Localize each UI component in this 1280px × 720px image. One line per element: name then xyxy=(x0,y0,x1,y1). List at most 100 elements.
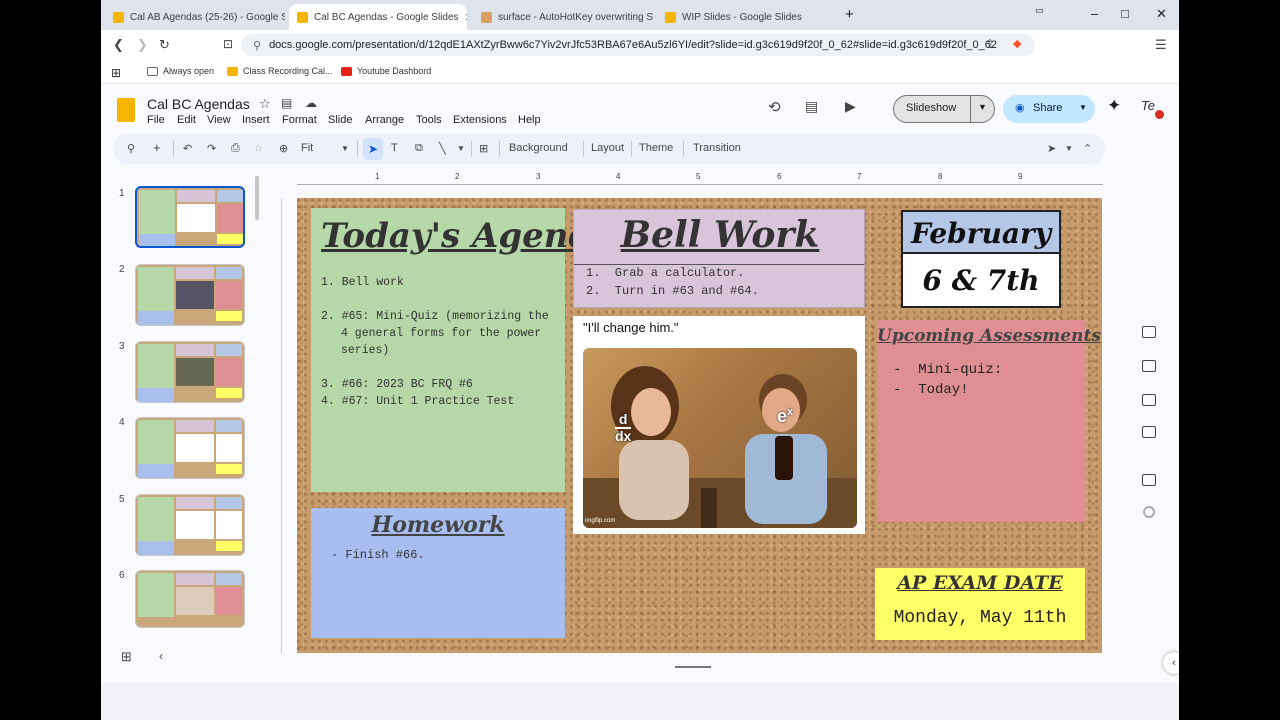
maximize-button[interactable]: □ xyxy=(1121,6,1129,21)
theme-button[interactable]: Theme xyxy=(639,142,673,154)
bookmark-icon[interactable]: ⊡ xyxy=(223,37,233,51)
meme-image-box[interactable]: "I'll change him." d dx ex imgflip.com xyxy=(573,316,865,534)
zoom-icon[interactable]: ⊕ xyxy=(279,142,288,155)
slide-thumbnail-4[interactable] xyxy=(135,417,245,479)
chevron-down-icon[interactable]: ▼ xyxy=(1065,144,1073,153)
ruler-mark: 8 xyxy=(938,172,943,181)
divider xyxy=(471,141,472,157)
move-folder-icon[interactable]: ▤ xyxy=(281,96,292,110)
redo-icon[interactable]: ↷ xyxy=(207,142,216,155)
search-menus-icon[interactable]: ⚲ xyxy=(127,142,135,155)
background-button[interactable]: Background xyxy=(509,142,568,154)
text-box-icon[interactable]: T xyxy=(391,142,398,154)
chevron-down-icon[interactable]: ▼ xyxy=(978,102,987,112)
menu-slide[interactable]: Slide xyxy=(328,114,352,126)
slide-thumbnail-6[interactable] xyxy=(135,570,245,628)
grid-view-icon[interactable]: ⊞ xyxy=(121,649,132,665)
document-title[interactable]: Cal BC Agendas xyxy=(147,96,250,112)
menu-extensions[interactable]: Extensions xyxy=(453,114,507,126)
forward-arrow-icon[interactable]: ❯ xyxy=(137,37,148,53)
speaker-notes-handle[interactable] xyxy=(675,666,711,668)
new-tab-button[interactable]: + xyxy=(845,6,854,23)
zoom-select[interactable]: Fit xyxy=(301,142,313,154)
paint-format-icon[interactable]: ⌂ xyxy=(255,142,262,154)
menu-tools[interactable]: Tools xyxy=(416,114,442,126)
bell-work-box[interactable]: Bell Work 1. Grab a calculator. 2. Turn … xyxy=(573,209,865,308)
browser-tab-surface[interactable]: surface - AutoHotKey overwriting Su xyxy=(473,4,653,30)
bookmark-youtube-dashboard[interactable]: Youtube Dashbord xyxy=(341,66,431,76)
slide-thumbnail-3[interactable] xyxy=(135,341,245,403)
ruler-mark: 9 xyxy=(1018,172,1023,181)
comments-icon[interactable]: ▤ xyxy=(805,98,818,115)
browser-tab-cal-ab[interactable]: Cal AB Agendas (25-26) - Google Slid xyxy=(105,4,285,30)
transition-button[interactable]: Transition xyxy=(693,142,741,154)
line-icon[interactable]: ╲ xyxy=(439,142,446,155)
agenda-item: 3. #66: 2023 BC FRQ #6 xyxy=(321,378,473,391)
minimize-button[interactable]: – xyxy=(1091,6,1098,21)
agenda-box[interactable]: Today's Agenda 1. Bell work 2. #65: Mini… xyxy=(311,208,614,492)
tab-search-icon[interactable]: ▭ xyxy=(1035,5,1044,16)
pointer-mode-icon[interactable]: ➤ xyxy=(1047,142,1056,155)
menu-file[interactable]: File xyxy=(147,114,165,126)
share-button[interactable]: Share xyxy=(1033,102,1062,114)
browser-tab-cal-bc[interactable]: Cal BC Agendas - Google Slides ✕ xyxy=(289,4,467,30)
chevron-down-icon[interactable]: ▼ xyxy=(457,144,465,153)
gemini-sparkle-icon[interactable]: ✦ xyxy=(1107,96,1121,116)
bookmark-class-recording[interactable]: Class Recording Cal... xyxy=(227,66,333,76)
star-icon[interactable]: ☆ xyxy=(259,96,271,112)
slide-thumbnail-5[interactable] xyxy=(135,494,245,556)
new-slide-icon[interactable]: + xyxy=(153,140,161,155)
record-icon[interactable] xyxy=(1143,506,1155,518)
menu-help[interactable]: Help xyxy=(518,114,541,126)
calendar-icon[interactable] xyxy=(1142,326,1156,338)
drive-icon[interactable] xyxy=(1142,426,1156,438)
menu-view[interactable]: View xyxy=(207,114,231,126)
ruler-mark: 7 xyxy=(857,172,862,181)
browser-menu-icon[interactable]: ☰ xyxy=(1155,37,1167,53)
close-window-button[interactable]: ✕ xyxy=(1156,6,1167,22)
slide-canvas[interactable]: Today's Agenda 1. Bell work 2. #65: Mini… xyxy=(297,198,1102,653)
url-field[interactable]: ⚲ docs.google.com/presentation/d/12qdE1A… xyxy=(241,34,1035,56)
ap-exam-box[interactable]: AP EXAM DATE Monday, May 11th xyxy=(875,568,1085,640)
chevron-down-icon[interactable]: ▼ xyxy=(341,144,349,153)
image-icon[interactable]: ⧉ xyxy=(415,142,423,155)
avatar[interactable]: Te xyxy=(1141,98,1155,113)
slide-thumbnail-2[interactable] xyxy=(135,264,245,326)
browser-tab-wip[interactable]: WIP Slides - Google Slides xyxy=(657,4,837,30)
site-info-icon[interactable]: ⚲ xyxy=(253,39,261,52)
divider xyxy=(173,141,174,157)
slides-logo-icon[interactable] xyxy=(117,98,135,122)
filmstrip-scrollbar[interactable] xyxy=(255,176,259,220)
print-icon[interactable]: ⎙ xyxy=(231,142,240,155)
date-box[interactable]: February 6 & 7th xyxy=(901,210,1061,308)
meet-camera-icon[interactable]: ▶ xyxy=(845,98,856,115)
brave-shield-icon[interactable]: ◆ xyxy=(1013,37,1021,50)
select-cursor-icon[interactable]: ➤ xyxy=(363,138,383,160)
close-tab-icon[interactable]: ✕ xyxy=(459,11,467,24)
expand-side-panel-icon[interactable]: ‹ xyxy=(1163,652,1179,674)
keep-icon[interactable] xyxy=(1142,360,1156,372)
chevron-down-icon[interactable]: ▼ xyxy=(1079,103,1087,112)
menu-format[interactable]: Format xyxy=(282,114,317,126)
divider xyxy=(970,96,971,122)
version-history-icon[interactable]: ⟲ xyxy=(768,98,781,116)
menu-arrange[interactable]: Arrange xyxy=(365,114,404,126)
undo-icon[interactable]: ↶ xyxy=(183,142,192,155)
apps-grid-icon[interactable]: ⊞ xyxy=(111,66,121,80)
layout-button[interactable]: Layout xyxy=(591,142,624,154)
contacts-icon[interactable] xyxy=(1142,394,1156,406)
share-page-icon[interactable]: ⇪ xyxy=(985,37,995,51)
slide-thumbnail-1[interactable] xyxy=(135,186,245,248)
homework-box[interactable]: Homework - Finish #66. xyxy=(311,508,565,638)
assessments-box[interactable]: Upcoming Assessments - Mini-quiz: - Toda… xyxy=(877,320,1101,522)
menu-insert[interactable]: Insert xyxy=(242,114,270,126)
add-comment-icon[interactable]: ⊞ xyxy=(479,142,488,155)
collapse-toolbar-icon[interactable]: ⌃ xyxy=(1083,142,1092,155)
bookmark-always-open[interactable]: Always open xyxy=(147,66,214,76)
menu-edit[interactable]: Edit xyxy=(177,114,196,126)
back-arrow-icon[interactable]: ❮ xyxy=(113,37,124,53)
collapse-filmstrip-icon[interactable]: ‹ xyxy=(159,649,163,663)
tasks-icon[interactable] xyxy=(1142,474,1156,486)
reload-icon[interactable]: ↻ xyxy=(159,37,170,53)
slideshow-button[interactable]: Slideshow xyxy=(906,102,956,114)
